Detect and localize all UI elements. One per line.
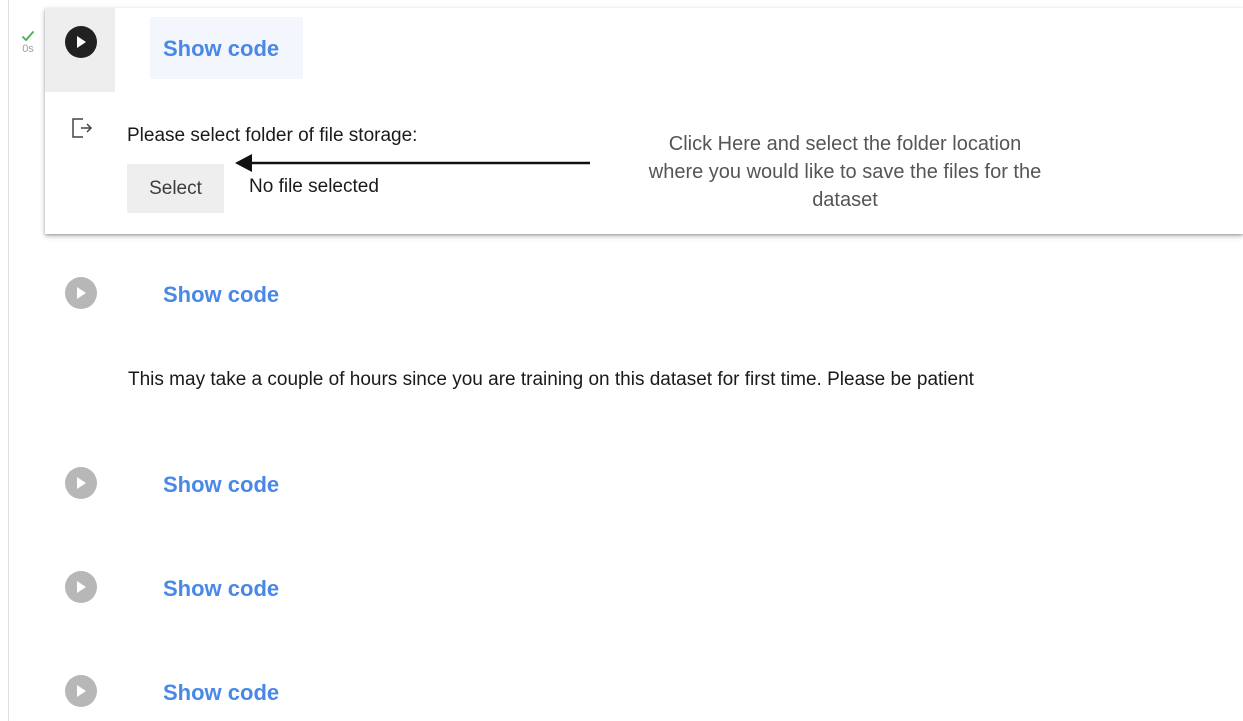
training-note: This may take a couple of hours since yo… xyxy=(128,369,974,390)
run-cell-button[interactable] xyxy=(65,26,97,58)
select-folder-button[interactable]: Select xyxy=(127,164,224,213)
file-status: No file selected xyxy=(249,176,379,197)
run-cell-button[interactable] xyxy=(65,467,97,499)
run-cell-button[interactable] xyxy=(65,675,97,707)
execution-time: 0s xyxy=(22,43,34,55)
show-code-link[interactable]: Show code xyxy=(163,472,279,498)
code-cell-focused[interactable]: Show code Please select folder of file s… xyxy=(45,8,1243,234)
notebook-left-border xyxy=(8,0,9,721)
show-code-link[interactable]: Show code xyxy=(163,576,279,602)
checkmark-icon xyxy=(21,30,35,42)
instruction-annotation: Click Here and select the folder locatio… xyxy=(648,133,1042,211)
folder-prompt: Please select folder of file storage: xyxy=(127,125,418,146)
cell-execution-status: 0s xyxy=(17,30,39,56)
play-icon xyxy=(77,581,86,593)
pointer-arrow xyxy=(235,154,590,172)
play-icon xyxy=(77,287,86,299)
play-icon xyxy=(77,685,86,697)
play-icon xyxy=(77,36,86,48)
play-icon xyxy=(77,477,86,489)
show-code-link[interactable]: Show code xyxy=(163,282,279,308)
show-code-link[interactable]: Show code xyxy=(163,680,279,706)
run-cell-button[interactable] xyxy=(65,277,97,309)
show-code-link[interactable]: Show code xyxy=(163,36,279,62)
run-cell-button[interactable] xyxy=(65,571,97,603)
output-redirect-icon xyxy=(72,118,93,138)
